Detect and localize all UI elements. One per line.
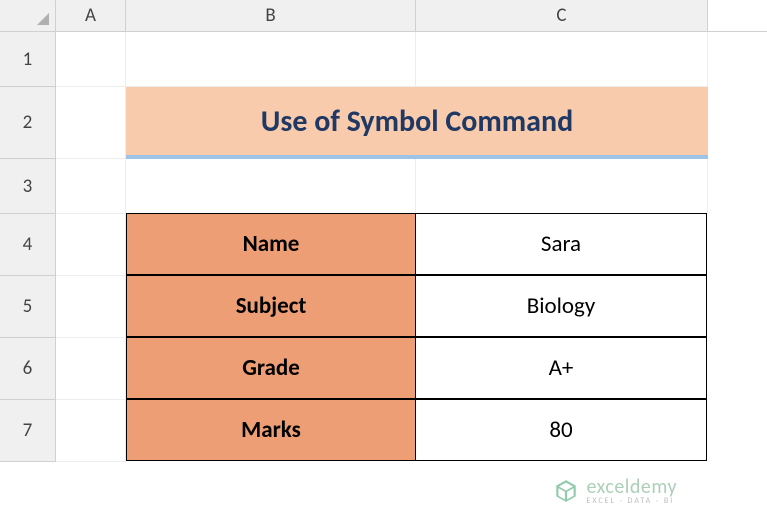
row-header-3[interactable]: 3 <box>0 159 56 214</box>
cube-icon <box>553 478 579 504</box>
cell-C3[interactable] <box>416 159 708 214</box>
column-header-B[interactable]: B <box>126 0 416 31</box>
row-4: 4 Name Sara <box>0 214 767 276</box>
cell-A7[interactable] <box>56 400 126 462</box>
label-marks[interactable]: Marks <box>126 399 416 461</box>
value-grade[interactable]: A+ <box>415 337 707 399</box>
title-merged-cell[interactable]: Use of Symbol Command <box>126 87 708 159</box>
watermark-tagline: EXCEL · DATA · BI <box>587 497 677 505</box>
cell-A3[interactable] <box>56 159 126 214</box>
value-name[interactable]: Sara <box>415 213 707 275</box>
label-subject[interactable]: Subject <box>126 275 416 337</box>
row-1: 1 <box>0 32 767 87</box>
row-7: 7 Marks 80 <box>0 400 767 462</box>
cell-A4[interactable] <box>56 214 126 276</box>
cell-A1[interactable] <box>56 32 126 87</box>
cell-B3[interactable] <box>126 159 416 214</box>
row-header-4[interactable]: 4 <box>0 214 56 276</box>
select-all-corner[interactable] <box>0 0 56 31</box>
watermark-brand: exceldemy <box>587 477 677 497</box>
row-2: 2 Use of Symbol Command <box>0 87 767 159</box>
spreadsheet-grid: A B C 1 2 Use of Symbol Command 3 4 Name… <box>0 0 767 523</box>
value-subject[interactable]: Biology <box>415 275 707 337</box>
row-header-5[interactable]: 5 <box>0 276 56 338</box>
cell-A6[interactable] <box>56 338 126 400</box>
row-header-2[interactable]: 2 <box>0 87 56 159</box>
column-header-C[interactable]: C <box>416 0 708 31</box>
row-header-6[interactable]: 6 <box>0 338 56 400</box>
column-header-A[interactable]: A <box>56 0 126 31</box>
label-grade[interactable]: Grade <box>126 337 416 399</box>
row-6: 6 Grade A+ <box>0 338 767 400</box>
label-name[interactable]: Name <box>126 213 416 275</box>
row-header-7[interactable]: 7 <box>0 400 56 462</box>
row-5: 5 Subject Biology <box>0 276 767 338</box>
row-header-1[interactable]: 1 <box>0 32 56 87</box>
cell-B1[interactable] <box>126 32 416 87</box>
watermark: exceldemy EXCEL · DATA · BI <box>553 477 677 505</box>
value-marks[interactable]: 80 <box>415 399 707 461</box>
rows-area: 1 2 Use of Symbol Command 3 4 Name Sara … <box>0 32 767 462</box>
cell-A5[interactable] <box>56 276 126 338</box>
cell-C1[interactable] <box>416 32 708 87</box>
watermark-text: exceldemy EXCEL · DATA · BI <box>587 477 677 505</box>
column-header-row: A B C <box>0 0 767 32</box>
row-3: 3 <box>0 159 767 214</box>
cell-A2[interactable] <box>56 87 126 159</box>
